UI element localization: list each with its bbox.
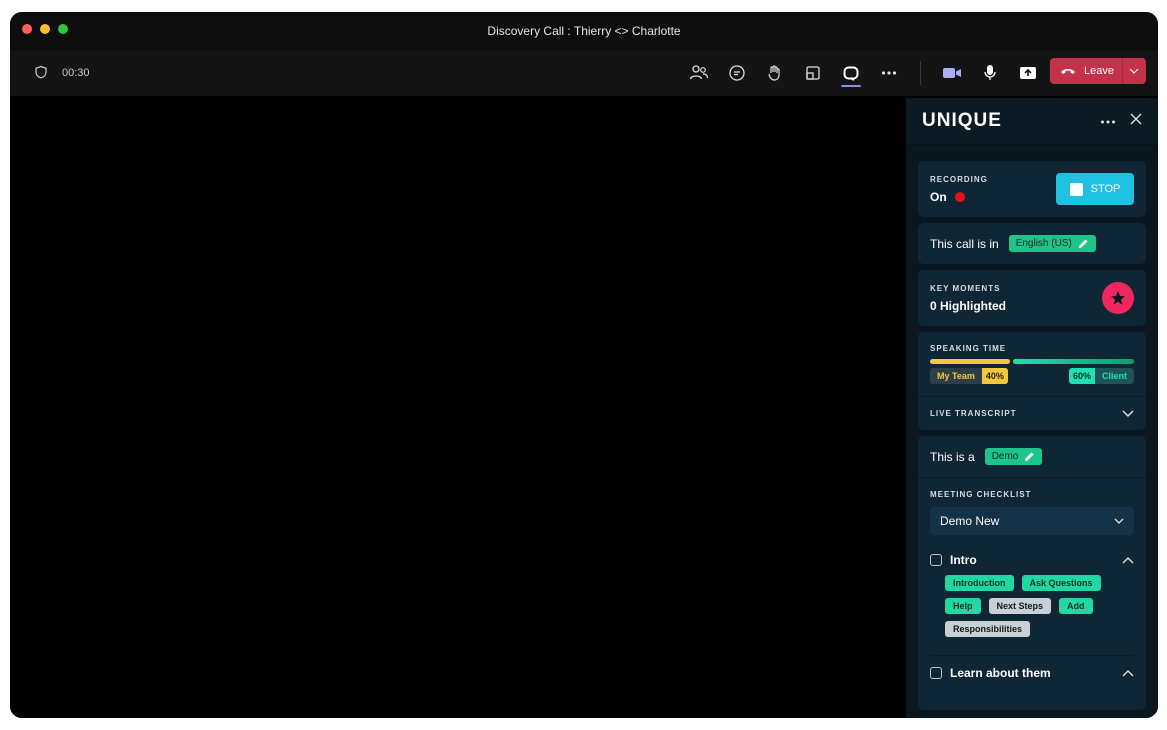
tag-add[interactable]: Add: [1059, 598, 1093, 614]
intro-checkbox[interactable]: [930, 554, 942, 566]
panel-more-button[interactable]: [1100, 112, 1116, 130]
call-timer: 00:30: [62, 67, 90, 79]
share-screen-icon: [1020, 67, 1036, 79]
meeting-checklist-card: MEETING CHECKLIST Demo New Intro Introdu…: [918, 477, 1146, 710]
hang-up-icon: [1061, 69, 1075, 74]
pencil-icon: [1078, 239, 1088, 248]
more-icon: [881, 71, 897, 75]
highlight-button[interactable]: [1102, 282, 1134, 314]
apps-button[interactable]: [832, 50, 870, 96]
share-tray-icon: [806, 66, 820, 80]
team-speaking-tag: My Team 40%: [930, 368, 1008, 384]
people-button[interactable]: [680, 50, 718, 96]
toolbar-divider: [920, 61, 921, 85]
chevron-up-icon[interactable]: [1122, 556, 1134, 564]
key-moments-card: KEY MOMENTS 0 Highlighted: [918, 270, 1146, 326]
team-percent: 40%: [981, 368, 1008, 384]
tag-help[interactable]: Help: [945, 598, 981, 614]
pencil-icon: [1025, 452, 1034, 461]
learn-checkbox[interactable]: [930, 667, 942, 679]
client-percent: 60%: [1068, 368, 1095, 384]
call-type-pill[interactable]: Demo: [984, 448, 1043, 465]
unique-side-panel: UNIQUE RECORDING On STOP This call is in…: [906, 98, 1158, 718]
close-window-button[interactable]: [22, 24, 32, 34]
panel-header: UNIQUE: [906, 98, 1158, 145]
language-card: This call is in English (US): [918, 223, 1146, 264]
more-icon: [1101, 120, 1115, 124]
people-icon: [689, 65, 709, 80]
star-icon: [1111, 291, 1125, 305]
chat-button[interactable]: [718, 50, 756, 96]
stop-label: STOP: [1090, 183, 1121, 195]
language-value: English (US): [1015, 238, 1072, 249]
tag-next-steps[interactable]: Next Steps: [988, 598, 1052, 614]
meeting-window: Discovery Call : Thierry <> Charlotte 00…: [10, 12, 1158, 718]
call-type-value: Demo: [991, 451, 1019, 462]
chevron-up-icon[interactable]: [1122, 669, 1134, 677]
chat-icon: [729, 65, 745, 81]
title-bar: Discovery Call : Thierry <> Charlotte: [10, 12, 1158, 50]
raise-hand-icon: [768, 65, 780, 81]
client-speaking-bar: [1013, 359, 1134, 364]
call-type-card: This is a Demo: [918, 436, 1146, 477]
tag-responsibilities[interactable]: Responsibilities: [945, 621, 1031, 637]
raise-hand-button[interactable]: [756, 50, 794, 96]
more-button[interactable]: [870, 50, 908, 96]
microphone-icon: [984, 65, 996, 80]
checklist-section-learn: Learn about them: [930, 655, 1134, 680]
stop-recording-button[interactable]: STOP: [1056, 173, 1134, 205]
team-speaking-bar: [930, 359, 1011, 364]
window-controls: [22, 24, 68, 34]
tag-introduction[interactable]: Introduction: [945, 575, 1014, 591]
close-icon: [1130, 113, 1142, 125]
key-moments-label: KEY MOMENTS: [930, 283, 1001, 293]
recording-card: RECORDING On STOP: [918, 161, 1146, 217]
client-speaking-tag: 60% Client: [1068, 368, 1134, 384]
share-screen-button[interactable]: [1009, 50, 1047, 96]
unique-app-icon: [843, 66, 859, 81]
call-type-prefix: This is a: [930, 449, 975, 464]
camera-icon: [943, 68, 961, 78]
meeting-toolbar: 00:30 Leave: [10, 50, 1158, 96]
unique-logo: UNIQUE: [922, 110, 1002, 131]
camera-button[interactable]: [933, 50, 971, 96]
chevron-down-icon: [1130, 68, 1139, 74]
recording-status: On: [930, 189, 947, 204]
chevron-down-icon: [1122, 410, 1134, 417]
chevron-down-icon: [1114, 518, 1124, 524]
meeting-checklist-label: MEETING CHECKLIST: [930, 490, 1032, 499]
leave-options-button[interactable]: [1121, 58, 1146, 84]
stop-icon: [1069, 182, 1083, 196]
language-prefix: This call is in: [930, 236, 999, 251]
shield-icon[interactable]: [34, 65, 48, 82]
highlight-count: 0 Highlighted: [930, 298, 1006, 313]
language-pill[interactable]: English (US): [1008, 235, 1096, 252]
leave-button[interactable]: Leave: [1050, 58, 1146, 84]
share-tray-button[interactable]: [794, 50, 832, 96]
video-stage: [10, 96, 905, 718]
checklist-select[interactable]: Demo New: [930, 507, 1134, 535]
leave-label: Leave: [1084, 65, 1114, 77]
speaking-time-label: SPEAKING TIME: [930, 344, 1007, 353]
checklist-selected: Demo New: [940, 514, 1000, 528]
microphone-button[interactable]: [971, 50, 1009, 96]
minimize-window-button[interactable]: [40, 24, 50, 34]
client-label: Client: [1101, 371, 1127, 381]
live-transcript-toggle[interactable]: LIVE TRANSCRIPT: [918, 396, 1146, 430]
zoom-window-button[interactable]: [58, 24, 68, 34]
recording-label: RECORDING: [930, 174, 988, 184]
learn-title: Learn about them: [950, 666, 1051, 680]
intro-title: Intro: [950, 553, 977, 567]
panel-close-button[interactable]: [1130, 112, 1142, 130]
checklist-section-intro: Intro Introduction Ask Questions Help Ne…: [930, 553, 1134, 637]
live-transcript-label: LIVE TRANSCRIPT: [930, 409, 1017, 418]
speaking-time-card: SPEAKING TIME My Team 40% 60% Client: [918, 332, 1146, 396]
recording-dot-icon: [954, 191, 965, 202]
team-label: My Team: [937, 371, 975, 381]
window-title: Discovery Call : Thierry <> Charlotte: [487, 24, 681, 38]
tag-ask-questions[interactable]: Ask Questions: [1021, 575, 1101, 591]
